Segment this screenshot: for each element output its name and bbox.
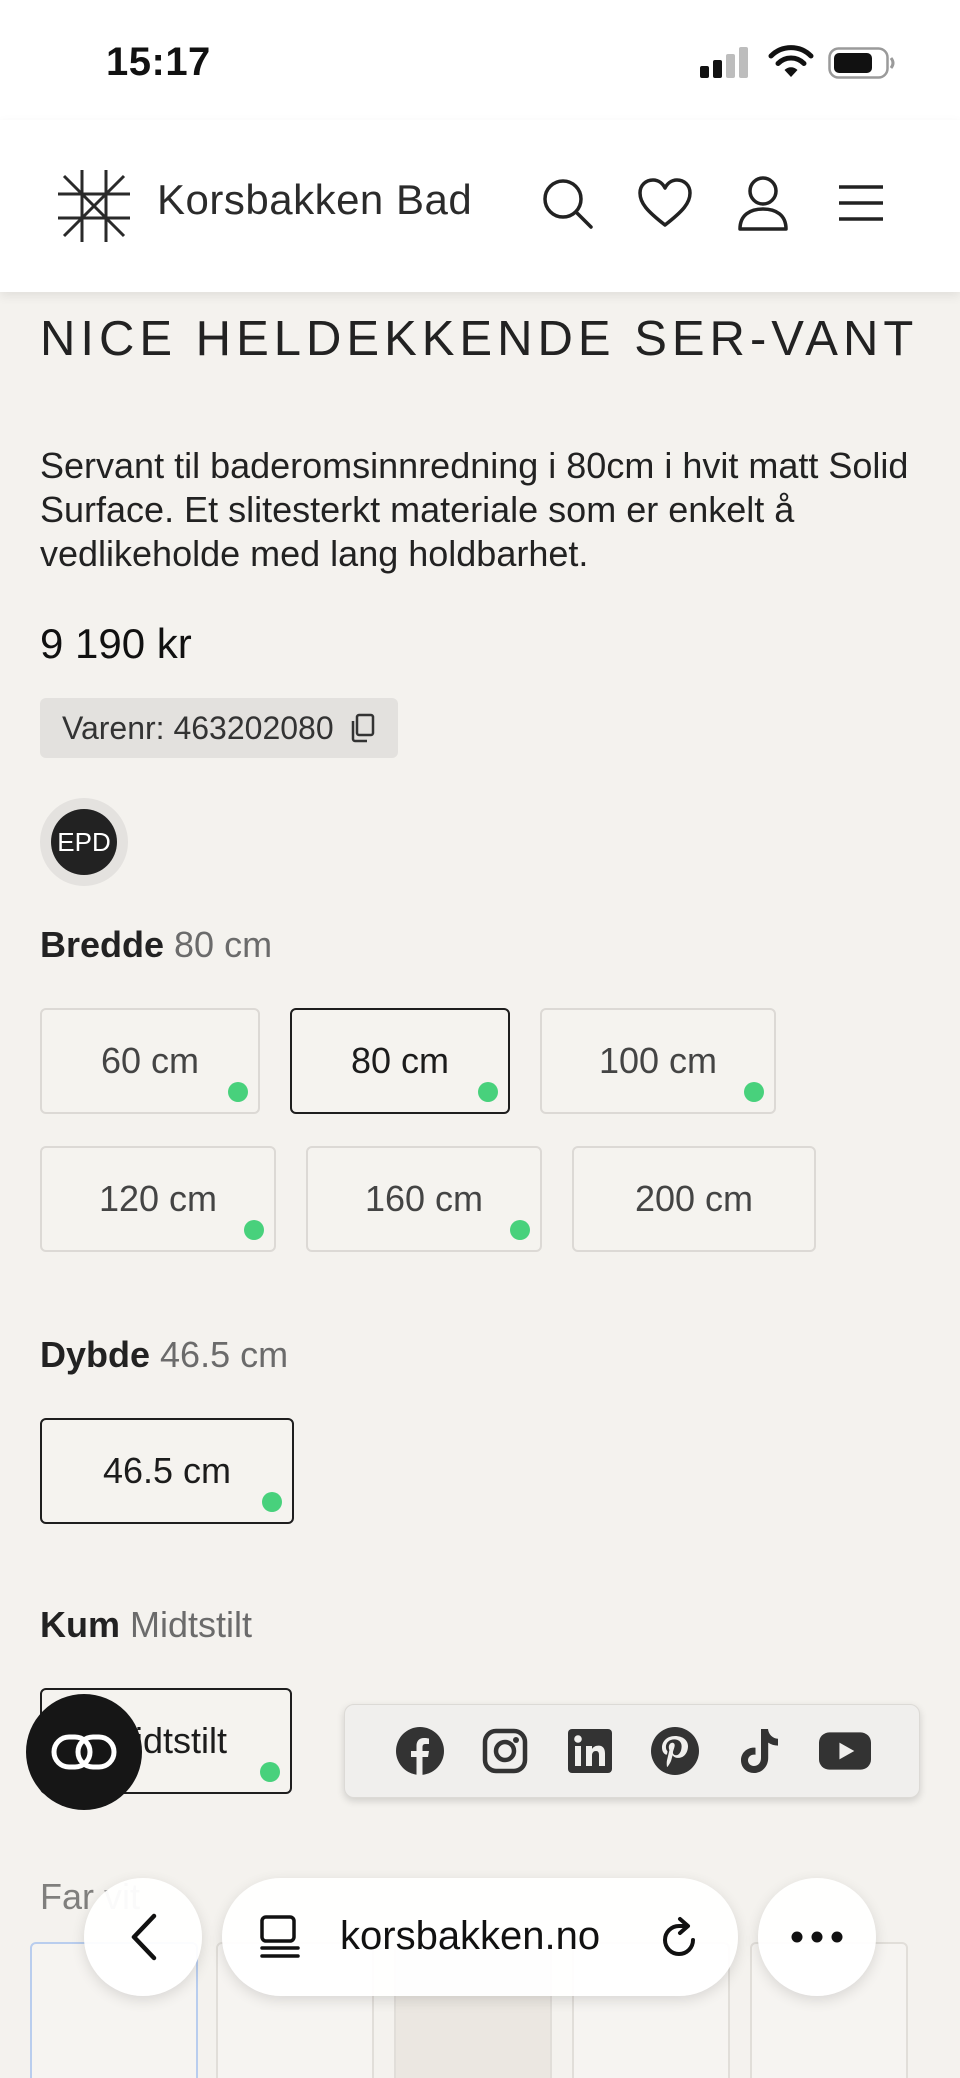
in-stock-dot (260, 1762, 280, 1782)
browser-url: korsbakken.no (340, 1914, 601, 1958)
status-time: 15:17 (106, 40, 211, 84)
heart-icon[interactable] (632, 170, 698, 236)
width-option-60[interactable]: 60 cm (40, 1008, 260, 1114)
battery-icon (828, 47, 895, 79)
chip-label: 120 cm (98, 1178, 218, 1219)
in-stock-dot (478, 1082, 498, 1102)
in-stock-dot (244, 1220, 264, 1240)
browser-address-bar[interactable]: korsbakken.no (222, 1878, 738, 1996)
depth-label: Dybde (40, 1334, 151, 1375)
linkedin-icon[interactable] (564, 1725, 616, 1777)
depth-option-46-5[interactable]: 46.5 cm (40, 1418, 294, 1524)
width-option-160[interactable]: 160 cm (306, 1146, 542, 1252)
width-option-label: Bredde 80 cm (40, 924, 272, 966)
chip-label: 80 cm (350, 1040, 450, 1081)
depth-option-label: Dybde 46.5 cm (40, 1334, 288, 1376)
browser-back-button[interactable] (84, 1878, 202, 1996)
width-option-200[interactable]: 200 cm (572, 1146, 816, 1252)
facebook-icon[interactable] (394, 1725, 446, 1777)
width-option-80[interactable]: 80 cm (290, 1008, 510, 1114)
in-stock-dot (744, 1082, 764, 1102)
pinterest-icon[interactable] (649, 1725, 701, 1777)
instagram-icon[interactable] (479, 1725, 531, 1777)
status-bar: 15:17 (0, 0, 960, 120)
korsbakken-logo-icon[interactable] (56, 168, 132, 244)
epd-badge[interactable]: EPD (40, 798, 128, 886)
in-stock-dot (262, 1492, 282, 1512)
basin-value: Midtstilt (130, 1604, 253, 1645)
product-title: NICE HELDEKKENDE SER-VANT (40, 312, 919, 366)
chip-label: 100 cm (598, 1040, 718, 1081)
chevron-left-icon (131, 1913, 157, 1961)
width-label: Bredde (40, 924, 165, 965)
copy-icon[interactable] (348, 713, 376, 743)
width-value: 80 cm (174, 924, 273, 965)
width-option-120[interactable]: 120 cm (40, 1146, 276, 1252)
search-icon[interactable] (534, 170, 600, 236)
depth-value: 46.5 cm (160, 1334, 289, 1375)
user-icon[interactable] (730, 170, 796, 236)
chip-label: 200 cm (634, 1178, 754, 1219)
in-stock-dot (228, 1082, 248, 1102)
wifi-icon (768, 45, 814, 77)
product-price: 9 190 kr (40, 620, 192, 667)
chip-label: 60 cm (100, 1040, 200, 1081)
brand-name[interactable]: Korsbakken Bad (157, 176, 472, 224)
chip-label: 46.5 cm (102, 1450, 232, 1491)
product-description: Servant til baderomsinnredning i 80cm i … (40, 445, 909, 574)
more-icon (791, 1931, 843, 1943)
chip-label: 160 cm (364, 1178, 484, 1219)
color-label: Far (40, 1876, 94, 1917)
sku-text: Varenr: 463202080 (62, 709, 334, 746)
tabs-icon[interactable] (258, 1914, 302, 1960)
epd-label: EPD (51, 809, 117, 875)
site-header: Korsbakken Bad (0, 120, 960, 292)
basin-option-label: Kum Midtstilt (40, 1604, 252, 1646)
in-stock-dot (510, 1220, 530, 1240)
floating-link-button[interactable] (26, 1694, 142, 1810)
link-icon (51, 1734, 117, 1770)
width-option-100[interactable]: 100 cm (540, 1008, 776, 1114)
cellular-signal-icon (700, 46, 752, 78)
sku-badge[interactable]: Varenr: 463202080 (40, 698, 398, 758)
menu-icon[interactable] (828, 170, 894, 236)
reload-icon[interactable] (658, 1916, 700, 1960)
browser-more-button[interactable] (758, 1878, 876, 1996)
tiktok-icon[interactable] (734, 1725, 786, 1777)
social-links-bar (344, 1704, 920, 1798)
basin-label: Kum (40, 1604, 120, 1645)
youtube-icon[interactable] (818, 1725, 871, 1777)
